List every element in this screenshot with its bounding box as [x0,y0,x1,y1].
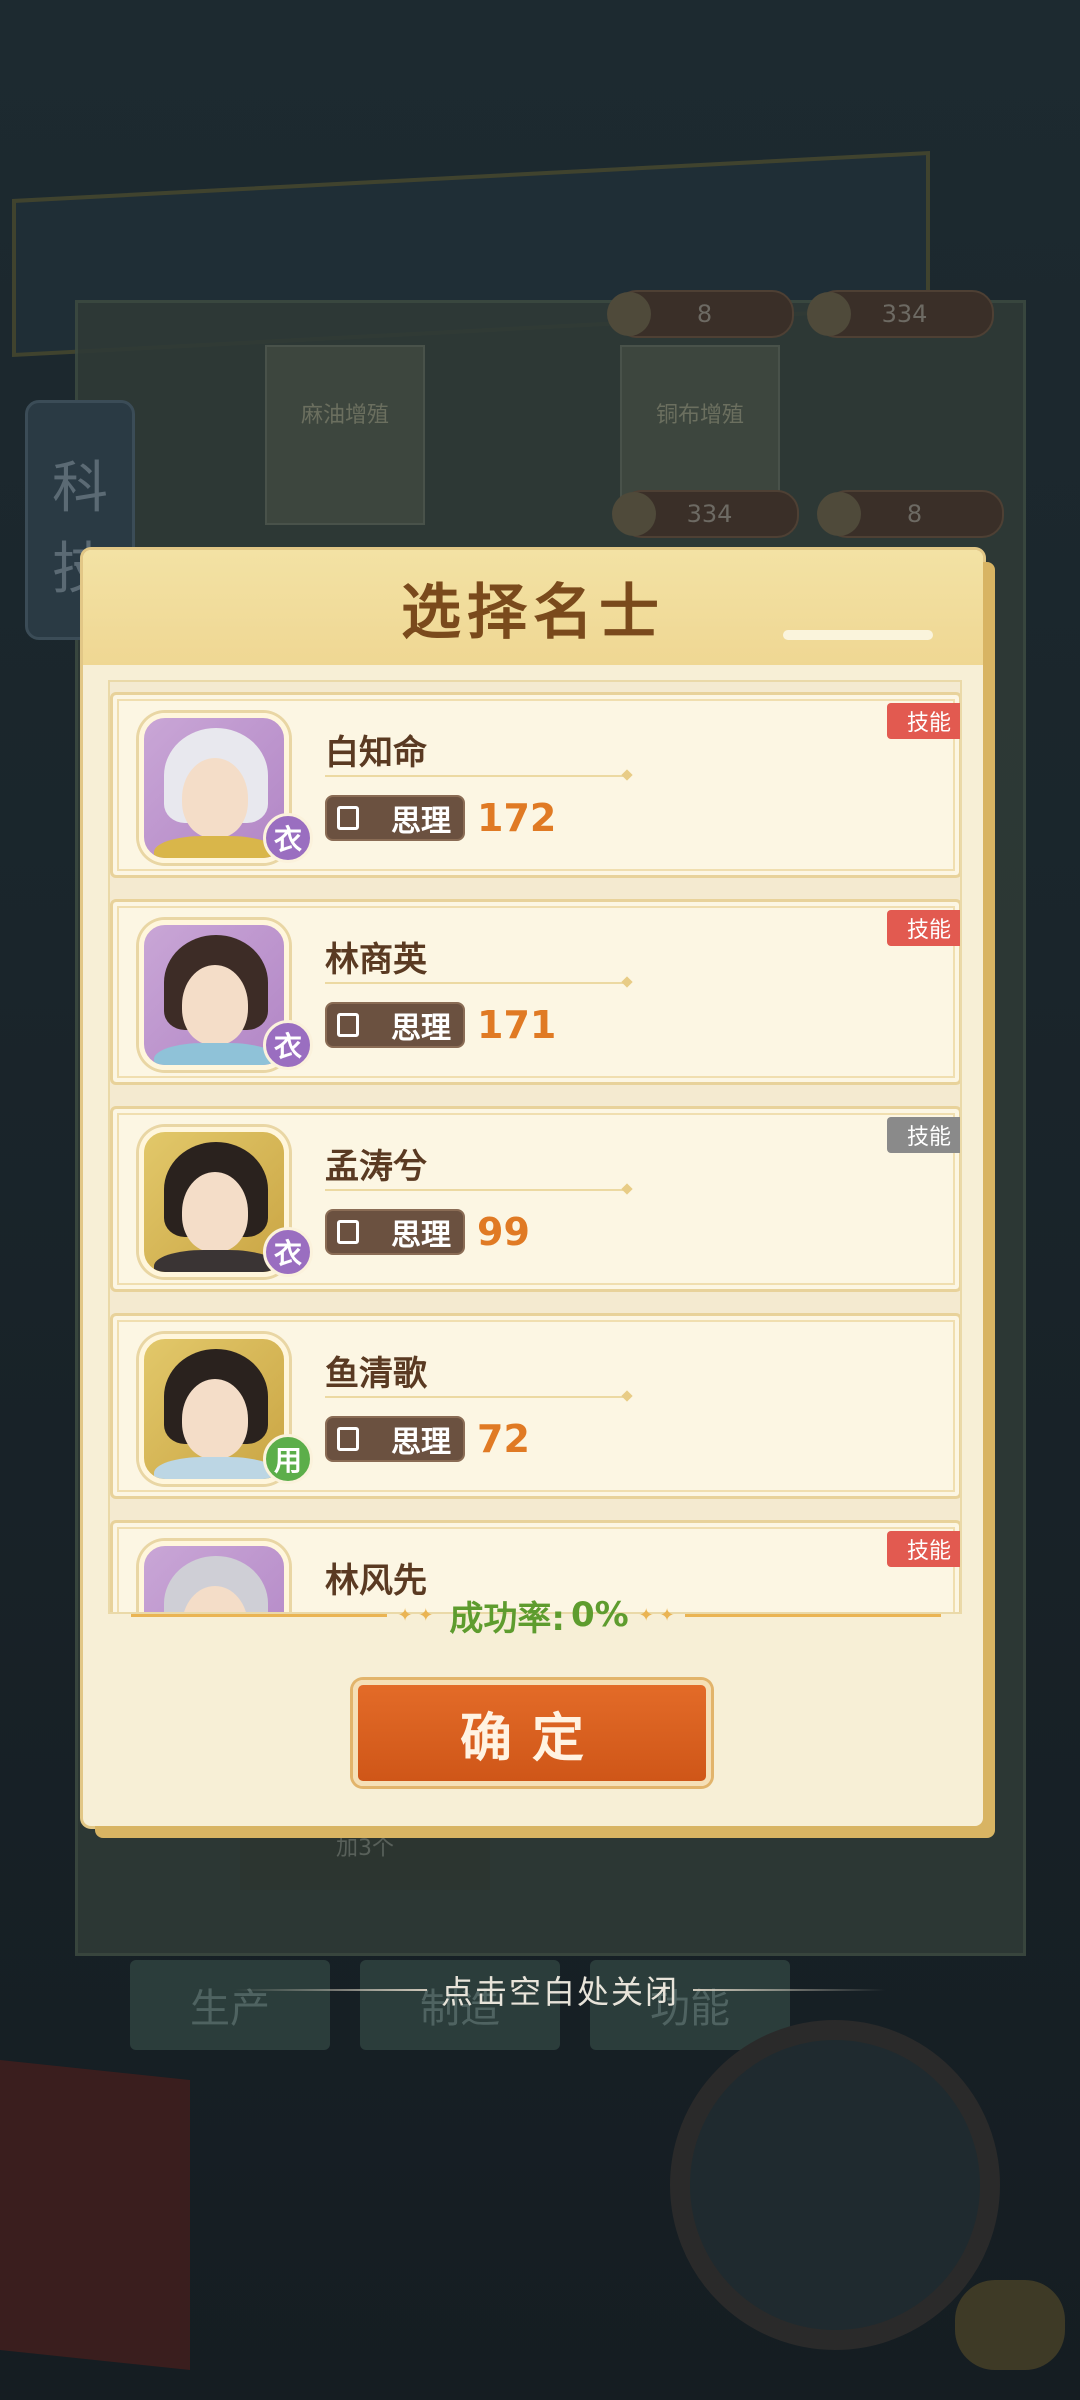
scholar-card[interactable]: 衣 林商英 思理 171 技能 [110,899,960,1085]
name-divider [325,1396,625,1398]
stat-value: 99 [477,1210,530,1254]
name-divider [325,1189,625,1191]
resource-icon [607,292,651,336]
resource-icon [817,492,861,536]
book-icon [337,1427,359,1451]
background-pill-value: 334 [881,300,928,328]
background-sub-text: 加3个 [240,1830,490,1890]
confirm-button[interactable]: 确定 [353,1680,711,1786]
background-book-1: 麻油增殖 [265,345,425,525]
equipment-badge: 衣 [263,1227,313,1277]
scholar-card[interactable]: 用 鱼清歌 思理 72 [110,1313,960,1499]
background-red-item [0,2060,190,2370]
background-pill: 334 [807,290,994,338]
name-divider [325,982,625,984]
scholar-name: 孟涛兮 [325,1147,427,1187]
background-back-arrow-icon [955,2280,1065,2370]
resource-icon [612,492,656,536]
success-rate-value: 0% [570,1595,629,1635]
book-icon [337,1220,359,1244]
stat-value: 172 [477,796,557,840]
select-scholar-dialog: 选择名士 衣 白知命 思理 172 技能 衣 林商英 思理 171 技能 衣 孟… [83,550,983,1826]
equipment-badge: 衣 [263,1020,313,1070]
scholar-card[interactable]: 衣 白知命 思理 172 技能 [110,692,960,878]
stat-label-badge: 思理 [325,1416,465,1462]
stat-label: 思理 [391,1218,451,1253]
resource-icon [807,292,851,336]
background-circle [670,2020,1000,2350]
scholar-name: 白知命 [325,733,427,773]
header-decoration [783,630,933,640]
stat-value: 171 [477,1003,557,1047]
book-icon [337,806,359,830]
scholar-name: 林商英 [325,940,427,980]
name-divider [325,775,625,777]
stat-label-badge: 思理 [325,1209,465,1255]
stat-label-badge: 思理 [325,795,465,841]
success-rate-label: 成功率: [449,1598,565,1639]
background-pill-value: 334 [686,500,733,528]
background-pill: 334 [612,490,799,538]
stat-label: 思理 [391,1425,451,1460]
skill-tag[interactable]: 技能 [887,910,960,946]
skill-tag[interactable]: 技能 [887,1531,960,1567]
stat-label: 思理 [391,804,451,839]
scholar-name: 鱼清歌 [325,1354,427,1394]
background-pill: 8 [817,490,1004,538]
success-rate-row: ✦ ✦ 成功率: 0% ✦ ✦ [131,1590,941,1640]
close-hint[interactable]: 点击空白处关闭 [235,1965,886,2015]
item-badge: 用 [263,1434,313,1484]
dialog-title: 选择名士 [401,578,665,648]
stat-label-badge: 思理 [325,1002,465,1048]
book-icon [337,1013,359,1037]
stat-value: 72 [477,1417,530,1461]
close-hint-text: 点击空白处关闭 [441,1973,680,2011]
stat-label: 思理 [391,1011,451,1046]
background-pill-value: 8 [696,300,713,328]
scholar-card[interactable]: 衣 孟涛兮 思理 99 技能 [110,1106,960,1292]
scholar-list[interactable]: 衣 白知命 思理 172 技能 衣 林商英 思理 171 技能 衣 孟涛兮 思理… [108,680,962,1614]
skill-tag-inactive[interactable]: 技能 [887,1117,960,1153]
background-pill: 8 [607,290,794,338]
dialog-header: 选择名士 [83,550,983,665]
skill-tag[interactable]: 技能 [887,703,960,739]
equipment-badge: 衣 [263,813,313,863]
background-pill-value: 8 [906,500,923,528]
